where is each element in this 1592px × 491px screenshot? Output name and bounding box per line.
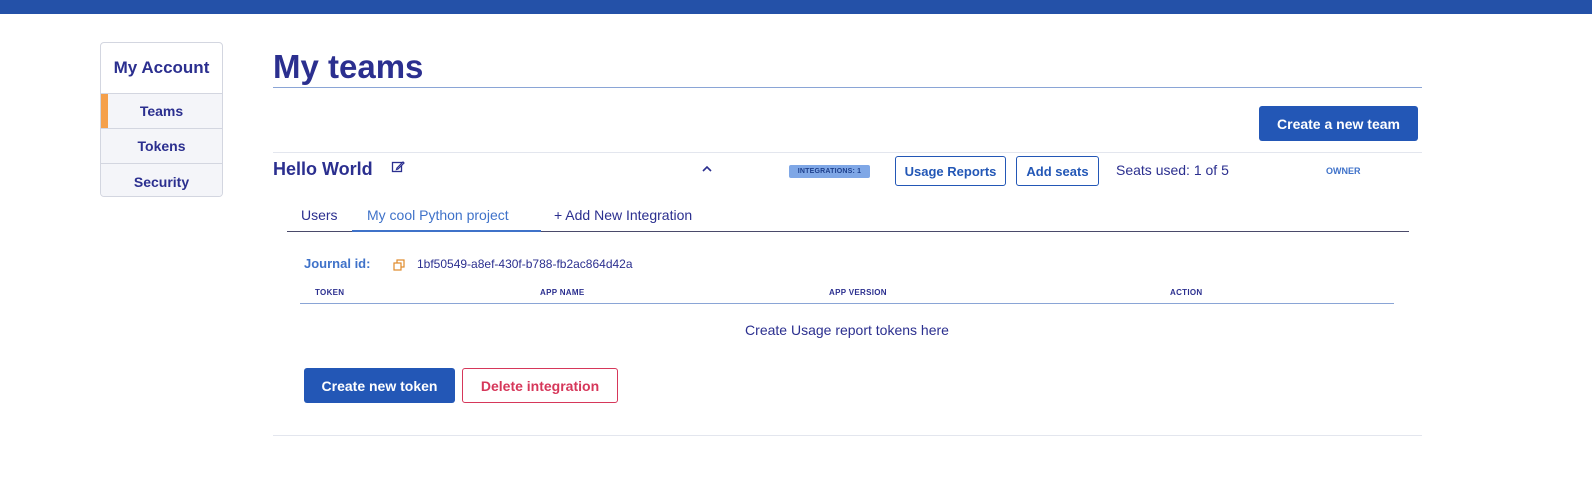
empty-table-message: Create Usage report tokens here — [745, 322, 949, 338]
account-sidebar: My Account Teams Tokens Security — [100, 42, 223, 197]
sidebar-item-security[interactable]: Security — [101, 164, 222, 196]
delete-integration-button[interactable]: Delete integration — [462, 368, 618, 403]
column-header-action: ACTION — [1170, 288, 1203, 297]
tab-integration-project[interactable]: My cool Python project — [367, 207, 509, 223]
chevron-up-icon[interactable] — [700, 162, 714, 174]
journal-id-value: 1bf50549-a8ef-430f-b788-fb2ac864d42a — [417, 257, 633, 271]
role-label: OWNER — [1326, 166, 1361, 176]
edit-icon[interactable] — [391, 160, 405, 174]
column-header-token: TOKEN — [315, 288, 345, 297]
team-name: Hello World — [273, 159, 373, 179]
team-divider — [273, 152, 1422, 153]
sidebar-item-teams[interactable]: Teams — [101, 94, 222, 129]
page-title: My teams — [273, 48, 424, 85]
integrations-badge: INTEGRATIONS: 1 — [789, 165, 870, 178]
tab-users[interactable]: Users — [301, 207, 338, 223]
sidebar-title: My Account — [101, 43, 222, 94]
tab-add-integration[interactable]: + Add New Integration — [554, 207, 692, 223]
create-team-button[interactable]: Create a new team — [1259, 106, 1418, 141]
copy-icon[interactable] — [393, 258, 405, 271]
usage-reports-button[interactable]: Usage Reports — [895, 156, 1006, 186]
team-bottom-divider — [273, 435, 1422, 436]
top-bar — [0, 0, 1592, 14]
sidebar-item-tokens[interactable]: Tokens — [101, 129, 222, 164]
add-seats-button[interactable]: Add seats — [1016, 156, 1099, 186]
journal-id-label: Journal id: — [304, 256, 371, 271]
create-token-button[interactable]: Create new token — [304, 368, 455, 403]
table-header-divider — [300, 303, 1394, 304]
column-header-app-name: APP NAME — [540, 288, 585, 297]
active-tab-indicator — [352, 230, 541, 232]
seats-used-text: Seats used: 1 of 5 — [1116, 162, 1229, 178]
title-divider — [273, 87, 1422, 88]
column-header-app-version: APP VERSION — [829, 288, 887, 297]
